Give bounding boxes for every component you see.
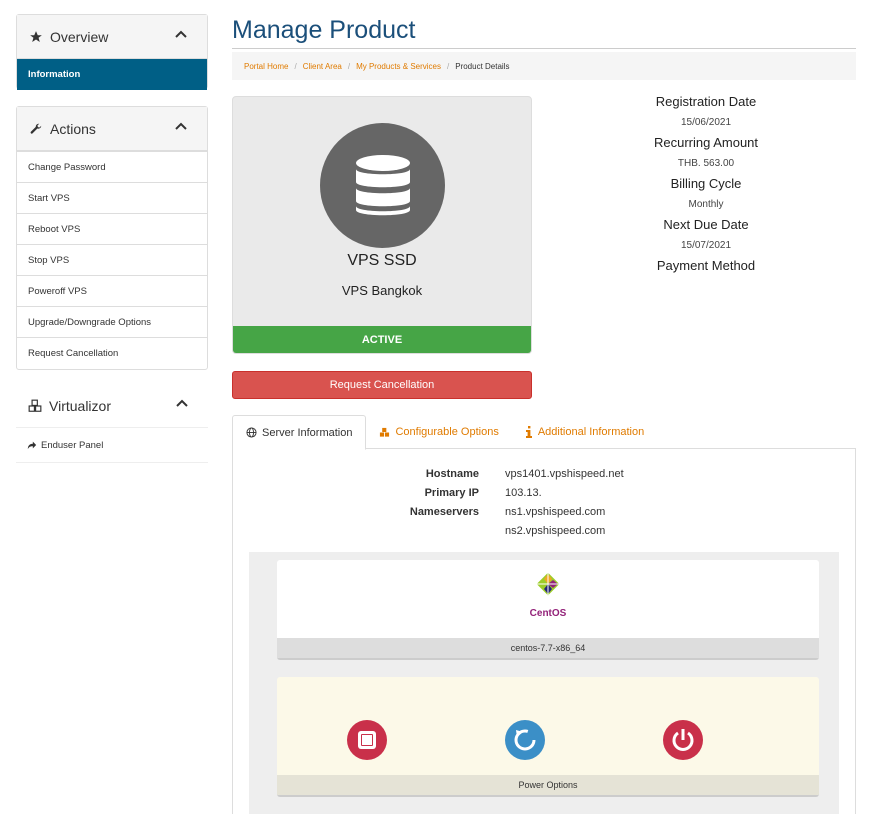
power-icon <box>672 729 694 751</box>
virtualizor-panel: Virtualizor Enduser Panel <box>16 384 208 463</box>
tab-configurable-options-label: Configurable Options <box>395 426 499 438</box>
page-title: Manage Product <box>232 16 416 44</box>
sidebar-item-change-password[interactable]: Change Password <box>17 151 207 182</box>
status-badge: ACTIVE <box>233 326 531 353</box>
breadcrumb-client-area[interactable]: Client Area <box>303 62 342 71</box>
hostname-value: vps1401.vpshispeed.net <box>505 468 624 480</box>
overview-panel: Overview Information <box>16 14 208 90</box>
poweroff-button[interactable] <box>663 720 703 760</box>
enduser-panel-label: Enduser Panel <box>41 439 104 451</box>
next-due-date-value: 15/07/2021 <box>680 240 732 251</box>
star-icon <box>30 30 42 42</box>
title-divider <box>232 48 856 49</box>
sidebar-item-enduser-panel[interactable]: Enduser Panel <box>16 428 208 463</box>
tab-additional-information[interactable]: Additional Information <box>512 415 657 449</box>
power-options-label: Power Options <box>277 775 819 795</box>
request-cancellation-button[interactable]: Request Cancellation <box>232 371 532 399</box>
chevron-up-icon[interactable] <box>176 398 188 410</box>
stop-icon <box>358 731 376 749</box>
tab-additional-information-label: Additional Information <box>537 426 645 438</box>
chevron-up-icon[interactable] <box>175 29 187 41</box>
chevron-up-icon[interactable] <box>175 121 187 133</box>
sidebar-item-poweroff-vps[interactable]: Poweroff VPS <box>17 275 207 306</box>
centos-logo: CentOS <box>529 572 567 619</box>
next-due-date-label: Next Due Date <box>663 217 749 232</box>
tab-configurable-options[interactable]: Configurable Options <box>366 415 511 449</box>
product-card: VPS SSD VPS Bangkok ACTIVE <box>232 96 532 354</box>
breadcrumb-current: Product Details <box>455 61 510 71</box>
restart-icon <box>514 729 536 751</box>
cubes-icon <box>28 399 42 412</box>
power-options-card: Power Options <box>277 677 819 797</box>
sidebar-item-request-cancellation[interactable]: Request Cancellation <box>17 337 207 368</box>
breadcrumb-portal-home[interactable]: Portal Home <box>244 62 288 71</box>
tab-bar: Server Information Configurable Options … <box>232 415 856 450</box>
centos-logo-icon <box>536 572 560 596</box>
server-information-panel: Hostname vps1401.vpshispeed.net Primary … <box>232 449 856 814</box>
wrench-icon <box>30 123 42 134</box>
virtualizor-panel-header[interactable]: Virtualizor <box>16 384 208 428</box>
registration-date-value: 15/06/2021 <box>680 117 732 128</box>
virtualizor-title: Virtualizor <box>49 397 111 414</box>
payment-method-label: Payment Method <box>656 258 756 273</box>
breadcrumb-separator: / <box>347 61 351 71</box>
hostname-label: Hostname <box>425 468 479 480</box>
sidebar-item-stop-vps[interactable]: Stop VPS <box>17 244 207 275</box>
actions-panel: Actions Change Password Start VPS Reboot… <box>16 106 208 370</box>
os-name: centos-7.7-x86_64 <box>277 638 819 658</box>
billing-cycle-label: Billing Cycle <box>670 176 742 191</box>
share-arrow-icon <box>27 441 37 450</box>
os-card: CentOS centos-7.7-x86_64 <box>277 560 819 660</box>
actions-panel-header[interactable]: Actions <box>17 107 207 151</box>
product-icon-circle <box>320 123 445 248</box>
restart-button[interactable] <box>505 720 545 760</box>
sidebar-item-start-vps[interactable]: Start VPS <box>17 182 207 213</box>
payment-method-value <box>556 276 856 297</box>
cubes-icon <box>380 427 390 437</box>
billing-cycle-value: Monthly <box>688 199 724 210</box>
breadcrumb: Portal Home / Client Area / My Products … <box>232 52 856 80</box>
overview-panel-header[interactable]: Overview <box>17 15 207 59</box>
centos-logo-text: CentOS <box>529 608 567 619</box>
breadcrumb-separator: / <box>447 61 450 71</box>
sidebar-item-upgrade-downgrade[interactable]: Upgrade/Downgrade Options <box>17 306 207 337</box>
tab-server-information[interactable]: Server Information <box>232 415 367 450</box>
sidebar-item-information[interactable]: Information <box>17 59 207 90</box>
breadcrumb-separator: / <box>294 61 297 71</box>
primary-ip-label: Primary IP <box>424 487 479 499</box>
actions-title: Actions <box>50 120 96 137</box>
product-details: Registration Date 15/06/2021 Recurring A… <box>556 92 856 297</box>
database-icon <box>355 154 410 215</box>
product-group: VPS Bangkok <box>341 283 423 298</box>
breadcrumb-my-products[interactable]: My Products & Services <box>356 62 441 71</box>
sidebar-item-reboot-vps[interactable]: Reboot VPS <box>17 213 207 244</box>
overview-title: Overview <box>50 28 109 45</box>
product-name: VPS SSD <box>347 252 417 269</box>
tab-server-information-label: Server Information <box>262 426 353 439</box>
nameservers-label: Nameservers <box>409 506 479 518</box>
nameserver-1: ns1.vpshispeed.com <box>505 506 606 518</box>
registration-date-label: Registration Date <box>655 94 757 109</box>
globe-icon <box>246 427 257 438</box>
recurring-amount-value: THB. 563.00 <box>677 158 735 169</box>
nameserver-2: ns2.vpshispeed.com <box>505 525 606 537</box>
primary-ip-value: 103.13. <box>505 487 542 499</box>
virtualizor-widget: CentOS centos-7.7-x86_64 Power Options <box>249 552 839 814</box>
stop-button[interactable] <box>347 720 387 760</box>
recurring-amount-label: Recurring Amount <box>653 135 759 150</box>
info-icon <box>525 426 532 438</box>
